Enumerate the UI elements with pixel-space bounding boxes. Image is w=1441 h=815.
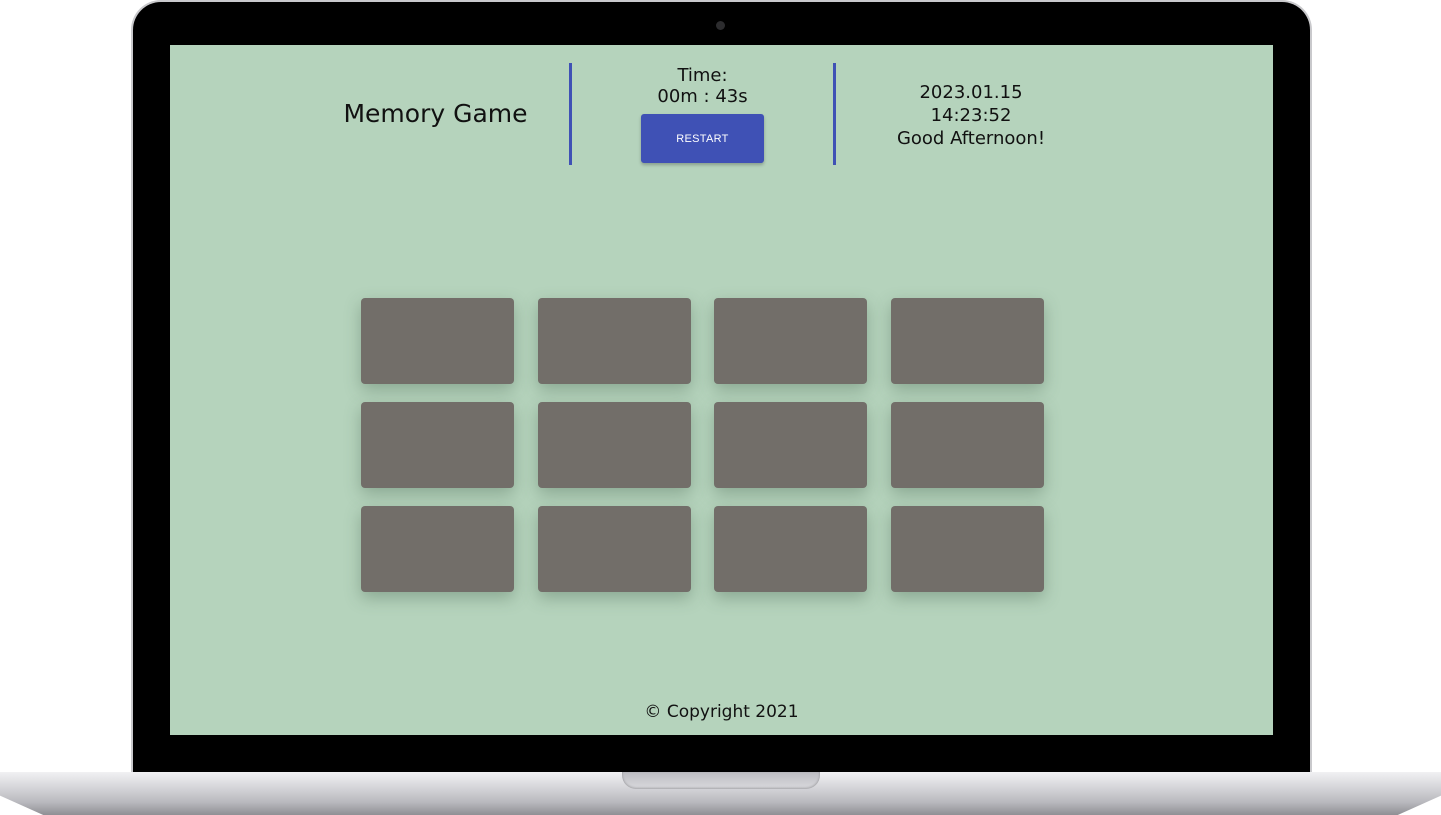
- header: Memory Game Time: 00m : 43s RESTART 2023…: [170, 63, 1273, 167]
- memory-card[interactable]: [361, 402, 514, 488]
- greeting-text: Good Afternoon!: [896, 128, 1046, 149]
- laptop-mockup: Memory Game Time: 00m : 43s RESTART 2023…: [0, 0, 1441, 815]
- current-time: 14:23:52: [930, 105, 1012, 126]
- current-date: 2023.01.15: [919, 82, 1023, 103]
- memory-card[interactable]: [714, 402, 867, 488]
- laptop-notch: [622, 772, 820, 789]
- copyright-footer: © Copyright 2021: [644, 702, 799, 722]
- memory-card[interactable]: [361, 298, 514, 384]
- memory-card[interactable]: [714, 298, 867, 384]
- memory-card[interactable]: [537, 298, 691, 384]
- memory-card[interactable]: [537, 402, 691, 488]
- timer-label: Time:: [677, 65, 728, 86]
- datetime-panel: 2023.01.15 14:23:52 Good Afternoon!: [836, 81, 1106, 150]
- page-title: Memory Game: [343, 99, 528, 128]
- memory-card[interactable]: [890, 298, 1044, 384]
- timer-panel: Time: 00m : 43s RESTART: [572, 65, 833, 163]
- memory-card[interactable]: [714, 506, 867, 592]
- card-grid: [361, 298, 1044, 592]
- memory-card[interactable]: [890, 506, 1044, 592]
- restart-button[interactable]: RESTART: [641, 114, 764, 163]
- memory-card[interactable]: [361, 506, 514, 592]
- webcam-icon: [716, 21, 725, 30]
- memory-card[interactable]: [890, 402, 1044, 488]
- memory-card[interactable]: [537, 506, 691, 592]
- app-screen: Memory Game Time: 00m : 43s RESTART 2023…: [170, 45, 1273, 735]
- timer-value: 00m : 43s: [657, 86, 748, 107]
